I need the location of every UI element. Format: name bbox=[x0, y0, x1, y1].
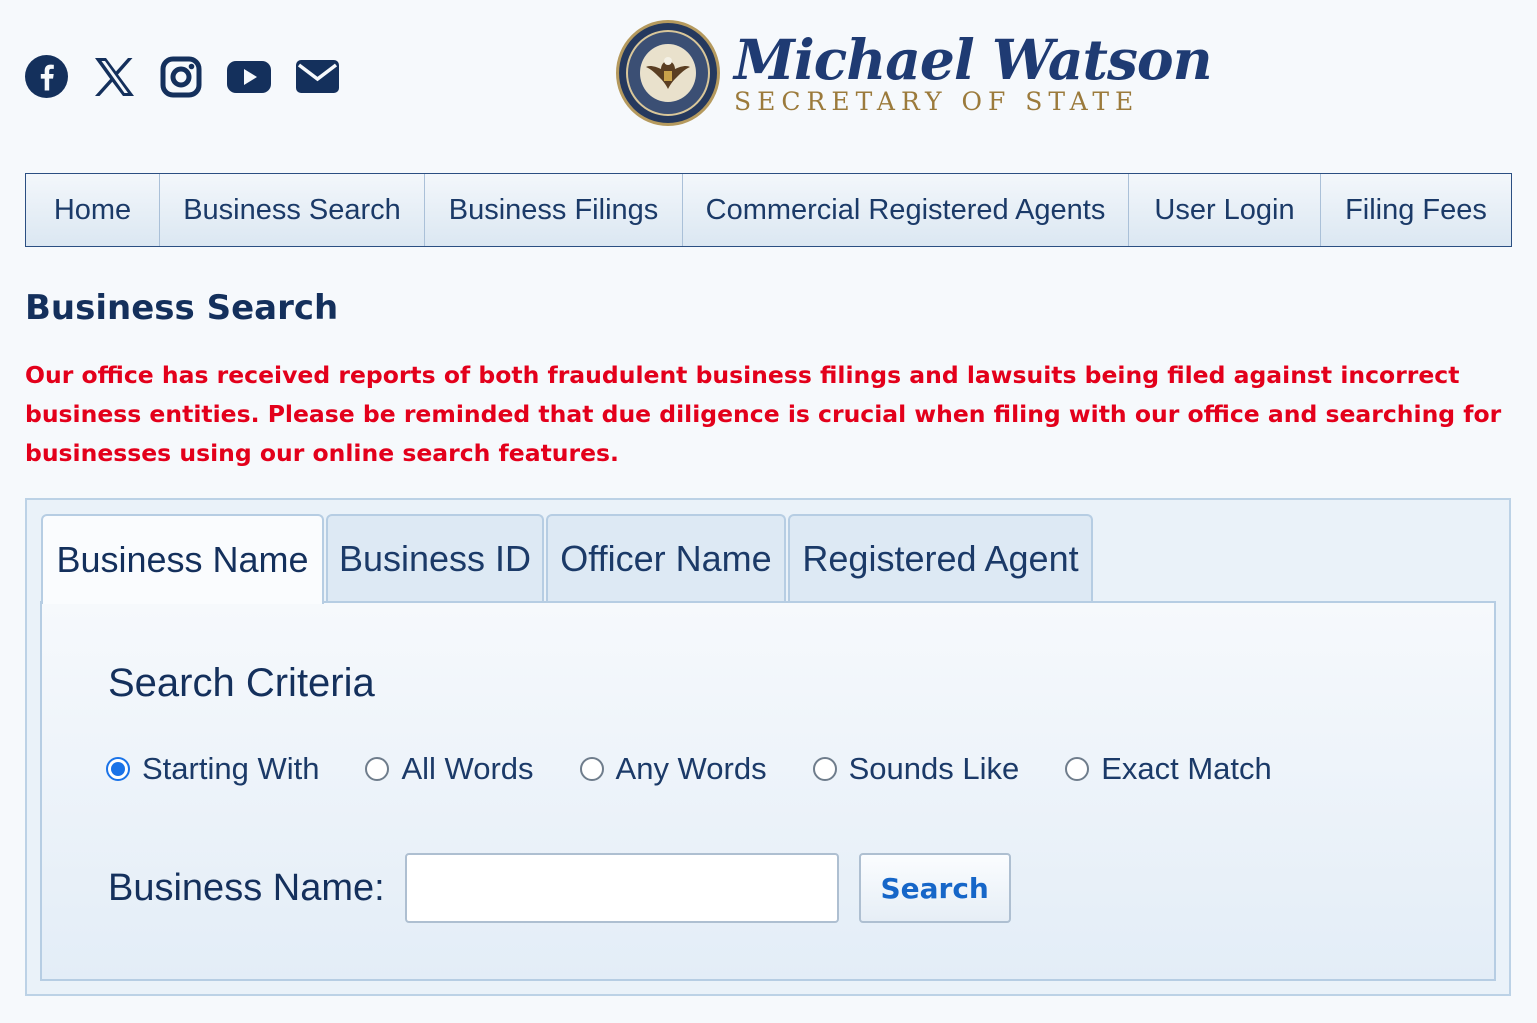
business-name-label: Business Name: bbox=[108, 866, 385, 909]
business-name-row: Business Name: Search bbox=[108, 853, 1011, 923]
site-logo[interactable]: Michael Watson SECRETARY OF STATE bbox=[616, 20, 1213, 126]
radio-label: Any Words bbox=[615, 751, 767, 786]
radio-all-words[interactable]: All Words bbox=[365, 751, 534, 787]
radio-label: Sounds Like bbox=[848, 751, 1020, 786]
tab-content: Search Criteria Starting With All Words … bbox=[40, 601, 1496, 981]
radio-button[interactable] bbox=[1065, 757, 1090, 781]
page-title: Business Search bbox=[25, 288, 339, 328]
logo-title: SECRETARY OF STATE bbox=[734, 87, 1140, 116]
radio-label: All Words bbox=[401, 751, 534, 786]
radio-any-words[interactable]: Any Words bbox=[579, 751, 767, 787]
nav-item-commercial-registered-agents[interactable]: Commercial Registered Agents bbox=[683, 174, 1129, 246]
search-tabs: Business Name Business ID Officer Name R… bbox=[41, 514, 1095, 604]
radio-label: Starting With bbox=[142, 751, 320, 786]
state-seal-icon bbox=[616, 20, 720, 126]
tab-officer-name[interactable]: Officer Name bbox=[546, 514, 786, 602]
radio-button-checked[interactable] bbox=[106, 757, 130, 781]
logo-name: Michael Watson bbox=[734, 27, 1213, 92]
x-icon[interactable] bbox=[93, 57, 135, 97]
search-panel: Business Name Business ID Officer Name R… bbox=[25, 498, 1511, 996]
business-name-input[interactable] bbox=[404, 853, 839, 923]
search-button[interactable]: Search bbox=[858, 853, 1011, 923]
nav-item-user-login[interactable]: User Login bbox=[1129, 174, 1321, 246]
radio-button[interactable] bbox=[812, 757, 837, 781]
nav-item-business-search[interactable]: Business Search bbox=[160, 174, 425, 246]
main-nav: Home Business Search Business Filings Co… bbox=[25, 173, 1512, 247]
social-links bbox=[25, 55, 364, 98]
facebook-icon[interactable] bbox=[25, 55, 68, 98]
radio-label: Exact Match bbox=[1101, 751, 1272, 786]
radio-sounds-like[interactable]: Sounds Like bbox=[812, 751, 1020, 787]
nav-item-business-filings[interactable]: Business Filings bbox=[425, 174, 683, 246]
search-criteria-options: Starting With All Words Any Words Sounds… bbox=[106, 751, 1318, 787]
radio-button[interactable] bbox=[579, 757, 604, 781]
nav-item-home[interactable]: Home bbox=[26, 174, 160, 246]
email-icon[interactable] bbox=[296, 60, 339, 93]
search-criteria-heading: Search Criteria bbox=[108, 661, 375, 705]
nav-item-filing-fees[interactable]: Filing Fees bbox=[1321, 174, 1511, 246]
radio-exact-match[interactable]: Exact Match bbox=[1065, 751, 1272, 787]
tab-registered-agent[interactable]: Registered Agent bbox=[788, 514, 1093, 602]
tab-business-name[interactable]: Business Name bbox=[41, 514, 324, 604]
fraud-warning: Our office has received reports of both … bbox=[25, 361, 1502, 467]
instagram-icon[interactable] bbox=[160, 56, 202, 98]
radio-starting-with[interactable]: Starting With bbox=[106, 751, 319, 787]
tab-business-id[interactable]: Business ID bbox=[326, 514, 544, 602]
youtube-icon[interactable] bbox=[227, 60, 271, 93]
radio-button[interactable] bbox=[365, 757, 390, 781]
